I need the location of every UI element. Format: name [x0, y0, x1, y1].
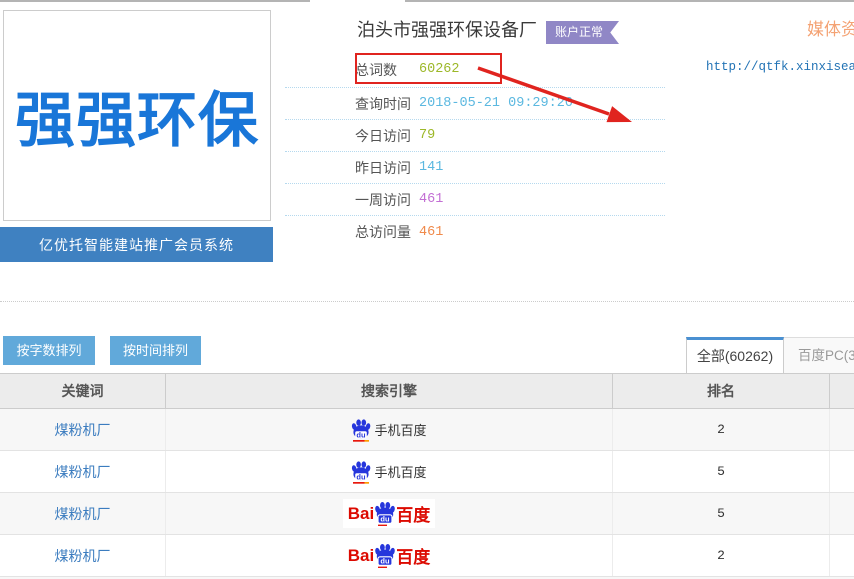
baidu-paw-icon: du: [351, 418, 371, 442]
keyword-ranking-table: 关键词 搜索引擎 排名 煤粉机厂 du 手机百度: [0, 373, 854, 579]
company-logo: 强强环保: [3, 10, 271, 221]
stat-row-total-words: 总词数 60262: [285, 52, 665, 88]
table-row: 煤粉机厂 du 手机百度 2: [0, 409, 854, 451]
stat-value: 461: [419, 225, 443, 240]
system-banner-label: 亿优托智能建站推广会员系统: [39, 235, 234, 255]
account-title: 泊头市强强环保设备厂: [357, 16, 537, 42]
keyword-link[interactable]: 煤粉机厂: [55, 462, 111, 482]
stat-value: 2018-05-21 09:29:20: [419, 96, 573, 111]
rank-value: 2: [717, 548, 725, 563]
stat-label: 今日访问: [355, 126, 419, 146]
stat-label: 总访问量: [355, 222, 419, 242]
stat-value: 60262: [419, 62, 460, 77]
rank-value: 2: [717, 422, 725, 437]
baidu-logo-cn-text: 百度: [396, 543, 430, 568]
table-row: 煤粉机厂 Bai du 百度 5: [0, 493, 854, 535]
stat-value: 141: [419, 160, 443, 175]
baidu-logo-bai-text: Bai: [348, 546, 374, 566]
engine-mobile-baidu: du 手机百度: [351, 460, 426, 484]
rank-value: 5: [717, 506, 725, 521]
table-row: 煤粉机厂 Bai du 百度 2: [0, 535, 854, 577]
tab-baidu-pc[interactable]: 百度PC(30: [784, 337, 854, 373]
baidu-paw-icon: du: [351, 460, 371, 484]
account-status-badge: 账户正常: [546, 21, 619, 44]
rank-value: 5: [717, 464, 725, 479]
stat-label: 总词数: [355, 60, 419, 80]
account-stats-list: 总词数 60262 查询时间 2018-05-21 09:29:20 今日访问 …: [285, 52, 665, 248]
table-row: 煤粉机厂 du 手机百度 5: [0, 451, 854, 493]
stat-row-today-visits: 今日访问 79: [285, 120, 665, 152]
column-header-extra: [830, 374, 854, 408]
page-top-border-tab-gap: [310, 0, 405, 2]
tab-all-keywords[interactable]: 全部(60262): [686, 337, 784, 373]
column-header-keyword: 关键词: [0, 374, 166, 408]
svg-text:du: du: [357, 472, 367, 481]
stat-label: 查询时间: [355, 94, 419, 114]
stat-row-total-visits: 总访问量 461: [285, 216, 665, 248]
keyword-link[interactable]: 煤粉机厂: [55, 546, 111, 566]
media-panel-title: 媒体资源: [807, 15, 854, 40]
column-header-rank: 排名: [613, 374, 830, 408]
seo-dashboard-page: { "logo": { "text": "强强环保" }, "banner": …: [0, 0, 854, 579]
stat-value: 79: [419, 128, 435, 143]
baidu-paw-icon: du: [374, 501, 396, 526]
table-header-row: 关键词 搜索引擎 排名: [0, 374, 854, 409]
baidu-logo-cn-text: 百度: [396, 501, 430, 526]
baidu-logo-bai-text: Bai: [348, 504, 374, 524]
stat-label: 一周访问: [355, 190, 419, 210]
svg-text:du: du: [357, 430, 367, 439]
svg-text:du: du: [381, 515, 391, 524]
section-divider: [0, 301, 854, 302]
engine-baidu-pc-logo: Bai du 百度: [343, 541, 435, 570]
engine-mobile-baidu: du 手机百度: [351, 418, 426, 442]
baidu-paw-icon: du: [374, 543, 396, 568]
keyword-link[interactable]: 煤粉机厂: [55, 504, 111, 524]
engine-label: 手机百度: [374, 462, 426, 481]
stat-row-yesterday-visits: 昨日访问 141: [285, 152, 665, 184]
site-url-link[interactable]: http://qtfk.xinxisea.: [706, 60, 854, 74]
column-header-search-engine: 搜索引擎: [166, 374, 613, 408]
sort-by-wordcount-button[interactable]: 按字数排列: [3, 336, 95, 365]
svg-text:du: du: [381, 557, 391, 566]
engine-label: 手机百度: [374, 420, 426, 439]
stat-row-query-time: 查询时间 2018-05-21 09:29:20: [285, 88, 665, 120]
sort-by-time-button[interactable]: 按时间排列: [110, 336, 201, 365]
stat-value: 461: [419, 192, 443, 207]
keyword-link[interactable]: 煤粉机厂: [55, 420, 111, 440]
system-banner: 亿优托智能建站推广会员系统: [0, 227, 273, 262]
engine-baidu-pc-logo: Bai du 百度: [343, 499, 435, 528]
stat-row-week-visits: 一周访问 461: [285, 184, 665, 216]
stat-label: 昨日访问: [355, 158, 419, 178]
company-logo-text: 强强环保: [15, 72, 259, 159]
page-top-border: [0, 0, 854, 2]
